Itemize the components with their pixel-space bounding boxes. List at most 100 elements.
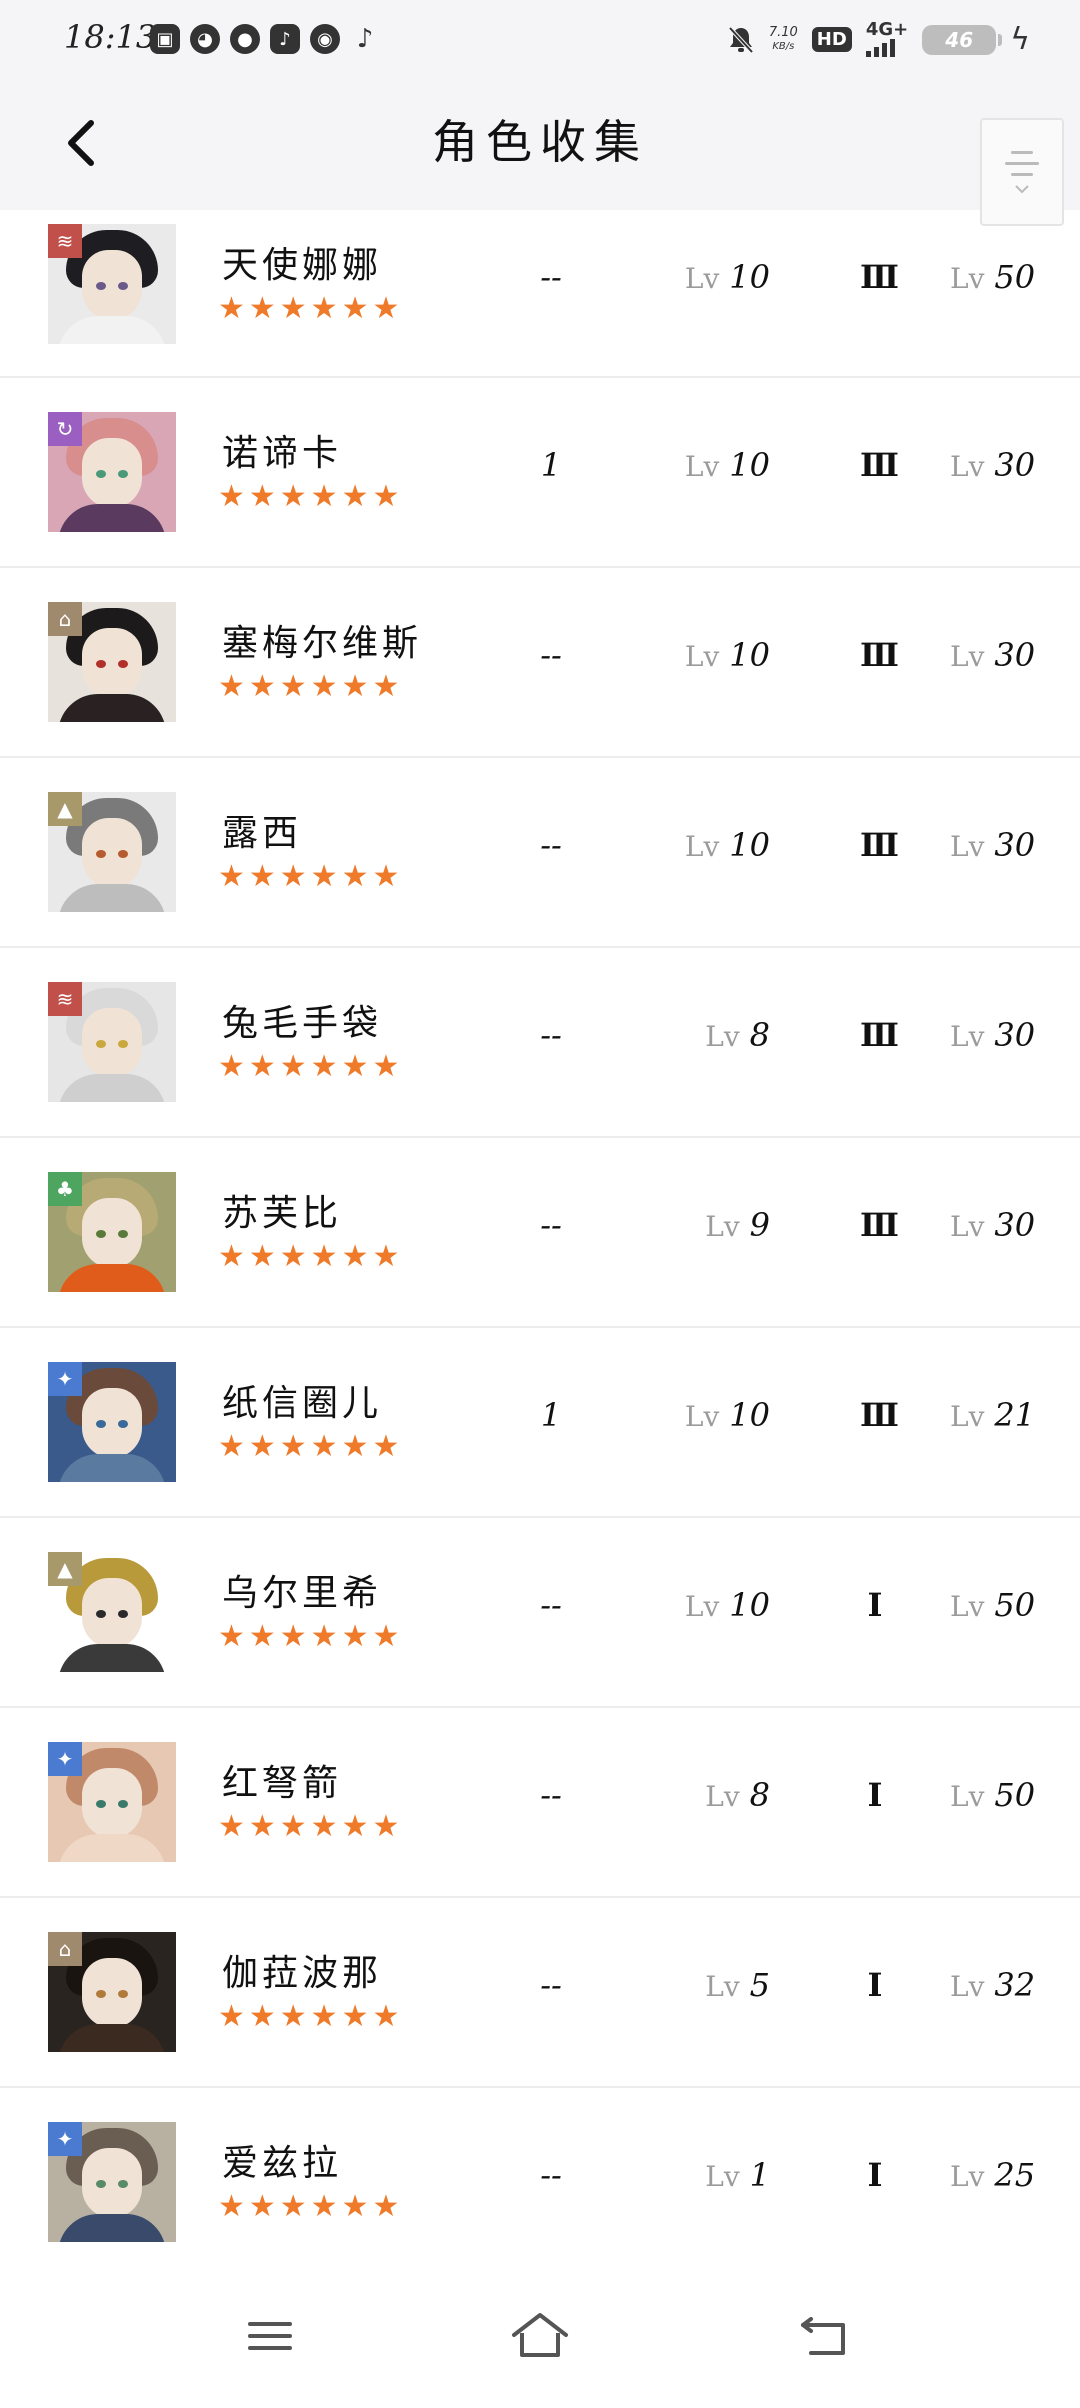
status-bar: 18:13 ▣ ◕ ● ♪ ◉ ♪ 7.10 KB/s HD 4G+ 46 ϟ	[0, 0, 1080, 80]
skill-level: Lv 10	[684, 446, 770, 484]
skill-level: Lv 8	[705, 1776, 770, 1814]
duplicate-count: --	[540, 258, 562, 296]
element-type-icon: ✦	[48, 1742, 82, 1776]
character-row[interactable]: ♣ 苏芙比 ★★★★★★ -- Lv 9 Ⅲ Lv 30	[0, 1138, 1080, 1328]
star-icon: ★★★★★★	[218, 859, 404, 894]
character-level: Lv 30	[950, 636, 1036, 674]
message-icon: ●	[230, 24, 260, 54]
character-level: Lv 50	[950, 1586, 1036, 1624]
duplicate-count: --	[540, 2156, 562, 2194]
net-speed: 7.10 KB/s	[768, 24, 798, 54]
home-icon	[512, 2313, 568, 2357]
character-level: Lv 30	[950, 446, 1036, 484]
character-row[interactable]: ≋ 天使娜娜 ★★★★★★ -- Lv 10 Ⅲ Lv 50	[0, 210, 1080, 378]
back-nav-button[interactable]	[785, 2296, 865, 2376]
star-icon: ★★★★★★	[218, 1429, 404, 1464]
character-name: 红弩箭	[222, 1763, 343, 1804]
star-icon: ★★★★★★	[218, 669, 404, 704]
star-icon: ★★★★★★	[218, 1809, 404, 1844]
duplicate-count: --	[540, 636, 562, 674]
character-name: 伽菈波那	[222, 1953, 383, 1994]
character-row[interactable]: ↻ 诺谛卡 ★★★★★★ 1 Lv 10 Ⅲ Lv 30	[0, 378, 1080, 568]
element-type-icon: ↻	[48, 412, 82, 446]
menu-button[interactable]	[230, 2296, 310, 2376]
character-row[interactable]: ✦ 纸信圈儿 ★★★★★★ 1 Lv 10 Ⅲ Lv 21	[0, 1328, 1080, 1518]
signal-bars-icon	[865, 37, 895, 57]
character-row[interactable]: ⌂ 伽菈波那 ★★★★★★ -- Lv 5 Ⅰ Lv 32	[0, 1898, 1080, 2088]
element-type-icon: ⌂	[48, 1932, 82, 1966]
rarity-stars: ★★★★★★	[218, 1622, 403, 1652]
rank-numeral: Ⅲ	[860, 258, 899, 296]
character-portrait: ♣	[48, 1172, 176, 1292]
skill-level: Lv 10	[684, 1396, 770, 1434]
notification-icons: ▣ ◕ ● ♪ ◉ ♪	[150, 24, 380, 54]
character-portrait: ≋	[48, 224, 176, 344]
element-type-icon: ▲	[48, 1552, 82, 1586]
home-button[interactable]	[500, 2296, 580, 2376]
rarity-stars: ★★★★★★	[218, 1052, 403, 1082]
duplicate-count: --	[540, 1586, 562, 1624]
net-speed-value: 7.10	[768, 24, 798, 40]
element-type-icon: ⌂	[48, 602, 82, 636]
element-type-icon: ✦	[48, 1362, 82, 1396]
status-time: 18:13	[64, 18, 157, 56]
star-icon: ★★★★★★	[218, 1619, 404, 1654]
character-portrait: ≋	[48, 982, 176, 1102]
character-portrait: ⌂	[48, 1932, 176, 2052]
battery-icon: 46	[922, 24, 1003, 55]
element-type-icon: ≋	[48, 982, 82, 1016]
mute-bell-icon	[728, 26, 754, 53]
character-row[interactable]: ▲ 乌尔里希 ★★★★★★ -- Lv 10 Ⅰ Lv 50	[0, 1518, 1080, 1708]
rarity-stars: ★★★★★★	[218, 1242, 403, 1272]
return-icon	[801, 2317, 845, 2355]
character-name: 兔毛手袋	[222, 1003, 383, 1044]
character-row[interactable]: ⌂ 塞梅尔维斯 ★★★★★★ -- Lv 10 Ⅲ Lv 30	[0, 568, 1080, 758]
character-level: Lv 50	[950, 258, 1036, 296]
duplicate-count: --	[540, 1966, 562, 2004]
menu-icon	[248, 2322, 292, 2350]
character-name: 诺谛卡	[222, 433, 343, 474]
star-icon: ★★★★★★	[218, 291, 404, 326]
duplicate-count: --	[540, 826, 562, 864]
rank-numeral: Ⅲ	[860, 826, 899, 864]
element-type-icon: ≋	[48, 224, 82, 258]
rarity-stars: ★★★★★★	[218, 672, 403, 702]
sort-icon	[1011, 150, 1033, 154]
duplicate-count: --	[540, 1206, 562, 1244]
rank-numeral: Ⅲ	[860, 636, 899, 674]
element-type-icon: ✦	[48, 2122, 82, 2156]
character-portrait: ✦	[48, 1742, 176, 1862]
skill-level: Lv 10	[684, 826, 770, 864]
character-portrait: ▲	[48, 792, 176, 912]
rank-numeral: Ⅰ	[867, 1776, 883, 1814]
character-name: 露西	[222, 813, 303, 854]
bilibili-icon: ▣	[150, 24, 180, 54]
rank-numeral: Ⅲ	[860, 1016, 899, 1054]
rarity-stars: ★★★★★★	[218, 294, 403, 324]
battery-level: 46	[945, 27, 974, 52]
tiktok-icon: ♪	[356, 24, 374, 54]
page-title: 角色收集	[432, 115, 648, 169]
rarity-stars: ★★★★★★	[218, 482, 403, 512]
skill-level: Lv 9	[705, 1206, 770, 1244]
character-level: Lv 30	[950, 1206, 1036, 1244]
character-level: Lv 32	[950, 1966, 1036, 2004]
duplicate-count: 1	[540, 446, 562, 484]
character-row[interactable]: ≋ 兔毛手袋 ★★★★★★ -- Lv 8 Ⅲ Lv 30	[0, 948, 1080, 1138]
music-icon: ♪	[270, 24, 300, 54]
character-row[interactable]: ▲ 露西 ★★★★★★ -- Lv 10 Ⅲ Lv 30	[0, 758, 1080, 948]
top-bar: 角色收集	[0, 80, 1080, 226]
skill-level: Lv 10	[684, 258, 770, 296]
character-name: 纸信圈儿	[222, 1383, 383, 1424]
star-icon: ★★★★★★	[218, 2189, 404, 2224]
rank-numeral: Ⅰ	[867, 2156, 883, 2194]
rarity-stars: ★★★★★★	[218, 1812, 403, 1842]
rarity-stars: ★★★★★★	[218, 1432, 403, 1462]
character-portrait: ✦	[48, 2122, 176, 2242]
rarity-stars: ★★★★★★	[218, 2002, 403, 2032]
rank-numeral: Ⅰ	[867, 1586, 883, 1624]
character-portrait: ↻	[48, 412, 176, 532]
character-row[interactable]: ✦ 红弩箭 ★★★★★★ -- Lv 8 Ⅰ Lv 50	[0, 1708, 1080, 1898]
character-level: Lv 25	[950, 2156, 1036, 2194]
character-row[interactable]: ✦ 爱兹拉 ★★★★★★ -- Lv 1 Ⅰ Lv 25	[0, 2088, 1080, 2278]
